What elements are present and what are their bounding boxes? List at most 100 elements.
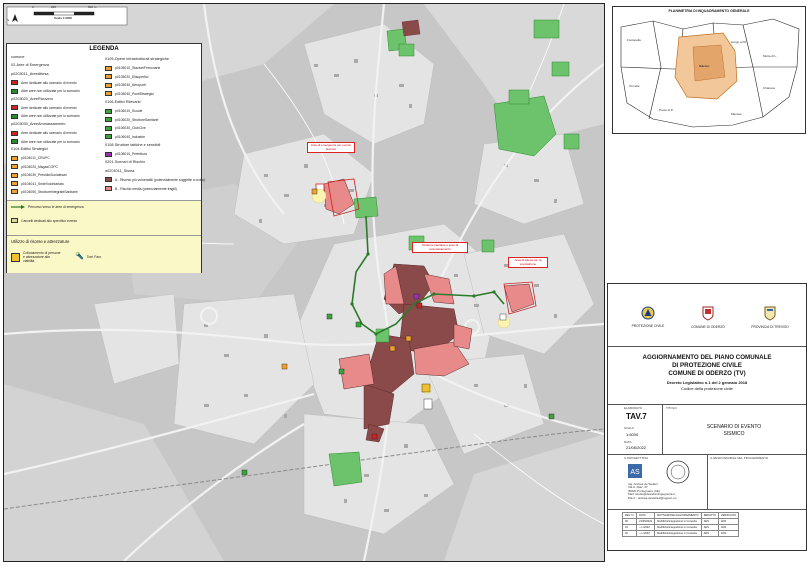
legend-text: Aree dedicate allo scenario di evento [21, 131, 77, 136]
elaborato-value: TAV.7 [626, 412, 647, 421]
legend-item: p0105020_Elisuperfici [105, 74, 149, 80]
subtitle-line-1: Codice della protezione civile [681, 386, 733, 391]
table-cell: 02 [621, 530, 638, 537]
logo-protezione-civile: PROTEZIONE CIVILE [628, 306, 668, 329]
legend-swatch-icon [105, 134, 112, 140]
legend-text: 02-Aree di Emergenza [11, 63, 49, 68]
title-line-2: COMUNE DI ODERZO (TV) [668, 370, 746, 377]
legend-text: A - Rischio più vulnerabili (potenzialme… [115, 177, 205, 182]
legend-heading: p0203020_AreeRicovero [11, 97, 53, 101]
legend-text: B - Rischio media (potenzialmente fragil… [115, 186, 177, 191]
utility-item-0: Collocamento di persone e attrezzature a… [23, 251, 61, 263]
legend-swatch-icon [105, 91, 112, 97]
legend-swatch-icon [11, 130, 18, 136]
legend-text: comune [11, 55, 25, 59]
legend-swatch-icon [11, 105, 18, 111]
elaborato-label: ELABORATO [624, 406, 643, 410]
map-callout-1: Aree di emergenza per evento sismico [307, 142, 355, 154]
legend-text: p0203030_AreeAmmassamento [11, 122, 66, 127]
legend-text: 0106-Edifici Rilevanti [105, 100, 141, 104]
legend-item: p0106010_Scuole [105, 108, 143, 114]
logo-comune: COMUNE DI ODERZO [688, 306, 728, 330]
legend-item: p0106040_Industrie [105, 134, 145, 140]
legend-utility-panel: Utilizzo di risorse e attrezzature Collo… [7, 235, 201, 273]
inset-map: PLANIMETRIA DI INQUADRAMENTO GENERALE Fo… [612, 6, 806, 134]
legend-panel: LEGENDA comune 02-Aree di Emergenza p02030… [6, 43, 205, 273]
utility-item-1: Torri Faro [86, 254, 102, 259]
map-callout-2: Strutture sanitarie e aree di ammassamen… [412, 242, 468, 254]
legend-text: p0105010_StazioniFerroviarie [115, 66, 161, 71]
route-arrow-icon [11, 205, 25, 209]
data-value: 21/06/2022 [626, 445, 647, 450]
legend-item: Altre aree non utilizzate per lo scenari… [11, 113, 80, 119]
legend-swatch-icon [11, 189, 18, 195]
legend-text: p0104011_CRUPC [21, 156, 50, 161]
floodlight-tower-icon: 🔦 [75, 253, 84, 260]
table-cell: ADS [717, 530, 740, 537]
gate-label: Cancelli dedicati allo specifico evento [21, 218, 78, 223]
legend-text: p0105040_PontiStrategici [115, 91, 154, 96]
legend-item: p0104041_SedeVolontariato [11, 181, 64, 186]
legend-text: 0201-Scenari di Rischio [105, 160, 146, 165]
legend-heading: 0201-Scenari di Rischio [105, 160, 145, 164]
svg-text:AS: AS [630, 469, 640, 476]
legend-text: p0106010_Scuole [115, 109, 143, 114]
legend-swatch-icon [11, 80, 18, 86]
legend-heading: comune [11, 55, 25, 59]
legend-text: 0105-Opere infrastrutturali strategiche [105, 57, 169, 61]
legend-heading: 0106-Edifici Rilevanti [105, 100, 140, 104]
legend-heading: p0203011_AreeAttesa [11, 72, 49, 76]
north-label: N [7, 18, 10, 22]
legend-item: p0104030_PresidioSocialesan [11, 172, 67, 178]
progettista-line: P.E.C.: andrea.destefani@ingpec.eu [628, 495, 677, 500]
legend-item: p0105010_StazioniFerroviarie [105, 65, 161, 71]
tavola-title-0: SCENARIO DI EVENTO [706, 424, 762, 430]
legend-text: p0105020_Elisuperfici [115, 74, 149, 79]
engineer-stamp-icon [666, 460, 690, 484]
progettista-details: Ing. Andrea de Stefani Via A. Diaz, 37 300… [628, 482, 676, 500]
legend-swatch-icon [11, 139, 18, 144]
legend-swatch-icon [105, 82, 112, 88]
data-label: DATA [624, 440, 632, 444]
inset-place-2: Motta di L. [763, 54, 778, 58]
legend-heading: p0203030_AreeAmmassamento [11, 122, 65, 126]
legend-item: p0105040_PontiStrategici [105, 91, 154, 97]
legend-title: LEGENDA [89, 46, 119, 52]
legend-swatch-icon [105, 117, 112, 123]
legend-text: p0104041_SedeVolontariato [21, 181, 64, 186]
legend-item: p0104050_StruttureIntegrateSanitarie [11, 189, 78, 195]
legend-text: 0104-Edifici Strategici [11, 147, 48, 152]
legend-item: Altre aree non utilizzate per lo scenari… [11, 139, 80, 144]
legend-item: A - Rischio più vulnerabili (potenzialme… [105, 177, 205, 183]
legend-heading: 02-Aree di Emergenza [11, 63, 49, 67]
inset-place-4: Ormelle [629, 84, 640, 88]
gate-icon [11, 218, 18, 223]
legend-swatch-icon [11, 164, 18, 170]
legend-swatch-icon [11, 155, 18, 161]
inset-place-0: Fontanelle [627, 38, 642, 42]
legend-text: a0201011_Sisma [105, 168, 135, 173]
title-line-1: DI PROTEZIONE CIVILE [672, 362, 742, 369]
comune-crest-icon [702, 306, 714, 321]
legend-text: p0104030_PresidioSocialesan [21, 173, 67, 178]
scale-tick-0: 0 [32, 5, 34, 9]
progettista-label: IL PROGETTISTA [624, 456, 649, 460]
legend-heading: 0105-Opere infrastrutturali strategiche [105, 57, 169, 61]
legend-text: p0106030_ClubCive [115, 126, 146, 131]
utility-title: Utilizzo di risorse e attrezzature [11, 239, 70, 244]
legend-item: Aree dedicate allo scenario di evento [11, 105, 77, 111]
provincia-crest-icon [764, 306, 776, 321]
inset-place-1: Gorgo al M. [731, 40, 747, 44]
legend-text: Altre aree non utilizzate per lo scenari… [21, 139, 80, 144]
title-block: PROTEZIONE CIVILE COMUNE DI ODERZO PROVI… [607, 283, 807, 551]
inset-place-7: Mansuè [731, 112, 742, 116]
scala-label: SCALA [624, 426, 634, 430]
inset-place-5: Ponte di P. [659, 108, 674, 112]
legend-item: p0108010_Prefettura [105, 151, 147, 157]
legend-text: p0106020_StruttureSanitarie [115, 117, 159, 122]
logo-label-1: COMUNE DI ODERZO [691, 325, 725, 329]
legend-text: p0108010_Prefettura [115, 152, 147, 157]
people-equipment-icon [11, 252, 20, 262]
inset-canvas [620, 18, 800, 128]
legend-text: p0104020_MagazCOPC [21, 164, 58, 169]
